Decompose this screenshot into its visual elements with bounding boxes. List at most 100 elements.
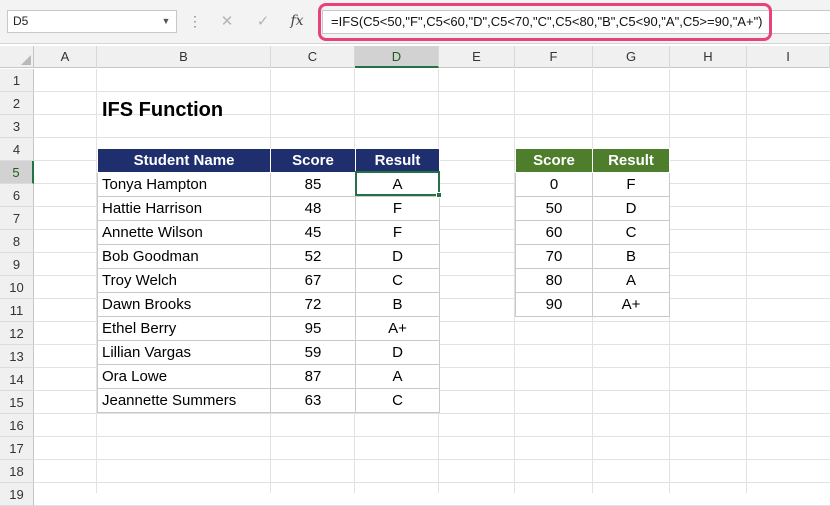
threshold-score-cell[interactable]: 50 xyxy=(515,196,593,221)
threshold-score-cell[interactable]: 80 xyxy=(515,268,593,293)
threshold-score-cell[interactable]: 70 xyxy=(515,244,593,269)
table-row: Ora Lowe 87 A xyxy=(97,364,440,389)
row-header-2[interactable]: 2 xyxy=(0,92,34,115)
score-cell[interactable]: 45 xyxy=(270,220,356,245)
formula-highlight-box xyxy=(318,3,772,41)
row-header-12[interactable]: 12 xyxy=(0,322,34,345)
student-name-cell[interactable]: Lillian Vargas xyxy=(97,340,271,365)
result-cell[interactable]: D xyxy=(355,244,440,269)
result-cell[interactable]: B xyxy=(355,292,440,317)
gridline xyxy=(34,482,830,483)
header-result[interactable]: Result xyxy=(355,148,440,173)
grade-cell[interactable]: B xyxy=(592,244,670,269)
result-cell[interactable]: C xyxy=(355,268,440,293)
score-cell[interactable]: 87 xyxy=(270,364,356,389)
fill-handle[interactable] xyxy=(436,192,442,198)
sheet-title: IFS Function xyxy=(102,99,224,121)
score-cell[interactable]: 63 xyxy=(270,388,356,413)
more-options-icon: ⋮ xyxy=(188,13,202,29)
grade-cell[interactable]: F xyxy=(592,172,670,197)
grade-cell[interactable]: A xyxy=(592,268,670,293)
grade-cell[interactable]: D xyxy=(592,196,670,221)
result-cell[interactable]: D xyxy=(355,340,440,365)
table-row: Ethel Berry 95 A+ xyxy=(97,316,440,341)
grade-cell[interactable]: C xyxy=(592,220,670,245)
row-header-14[interactable]: 14 xyxy=(0,368,34,391)
table-row: 90 A+ xyxy=(515,292,670,317)
student-name-cell[interactable]: Bob Goodman xyxy=(97,244,271,269)
row-header-7[interactable]: 7 xyxy=(0,207,34,230)
result-cell[interactable]: A xyxy=(355,364,440,389)
active-cell-selection xyxy=(355,171,440,196)
result-cell[interactable]: C xyxy=(355,388,440,413)
table-row: Troy Welch 67 C xyxy=(97,268,440,293)
row-header-11[interactable]: 11 xyxy=(0,299,34,322)
row-header-18[interactable]: 18 xyxy=(0,460,34,483)
score-cell[interactable]: 59 xyxy=(270,340,356,365)
gridline xyxy=(34,413,830,414)
name-box[interactable]: D5 xyxy=(7,10,177,33)
threshold-score-cell[interactable]: 60 xyxy=(515,220,593,245)
cancel-icon[interactable]: ✕ xyxy=(215,11,239,32)
student-name-cell[interactable]: Annette Wilson xyxy=(97,220,271,245)
result-cell[interactable]: F xyxy=(355,220,440,245)
column-header-i[interactable]: I xyxy=(747,46,830,68)
result-cell[interactable]: F xyxy=(355,196,440,221)
score-cell[interactable]: 72 xyxy=(270,292,356,317)
threshold-score-cell[interactable]: 0 xyxy=(515,172,593,197)
row-header-4[interactable]: 4 xyxy=(0,138,34,161)
score-cell[interactable]: 85 xyxy=(270,172,356,197)
row-header-3[interactable]: 3 xyxy=(0,115,34,138)
column-header-b[interactable]: B xyxy=(97,46,271,68)
column-header-g[interactable]: G xyxy=(593,46,670,68)
table-row: 0F xyxy=(515,172,670,197)
row-header-8[interactable]: 8 xyxy=(0,230,34,253)
gridline xyxy=(746,69,747,493)
threshold-score-cell[interactable]: 90 xyxy=(515,292,593,317)
table-row: Hattie Harrison 48 F xyxy=(97,196,440,221)
grade-header-result[interactable]: Result xyxy=(592,148,670,173)
enter-icon[interactable]: ✓ xyxy=(251,11,275,32)
column-header-d[interactable]: D xyxy=(355,46,439,68)
grade-header-score[interactable]: Score xyxy=(515,148,593,173)
row-header-5[interactable]: 5 xyxy=(0,161,34,184)
column-header-h[interactable]: H xyxy=(670,46,747,68)
row-header-17[interactable]: 17 xyxy=(0,437,34,460)
column-header-a[interactable]: A xyxy=(34,46,97,68)
table-row: 80 A xyxy=(515,268,670,293)
student-name-cell[interactable]: Jeannette Summers xyxy=(97,388,271,413)
result-cell[interactable]: A+ xyxy=(355,316,440,341)
student-name-cell[interactable]: Troy Welch xyxy=(97,268,271,293)
table-row: 70 B xyxy=(515,244,670,269)
score-cell[interactable]: 95 xyxy=(270,316,356,341)
row-header-6[interactable]: 6 xyxy=(0,184,34,207)
score-cell[interactable]: 52 xyxy=(270,244,356,269)
grade-cell[interactable]: A+ xyxy=(592,292,670,317)
score-cell[interactable]: 67 xyxy=(270,268,356,293)
column-header-e[interactable]: E xyxy=(439,46,515,68)
column-header-c[interactable]: C xyxy=(271,46,355,68)
gridline xyxy=(34,436,830,437)
student-name-cell[interactable]: Dawn Brooks xyxy=(97,292,271,317)
row-header-16[interactable]: 16 xyxy=(0,414,34,437)
student-name-cell[interactable]: Ethel Berry xyxy=(97,316,271,341)
header-student-name[interactable]: Student Name xyxy=(97,148,271,173)
table-row: Jeannette Summers 63 C xyxy=(97,388,440,413)
score-cell[interactable]: 48 xyxy=(270,196,356,221)
column-header-f[interactable]: F xyxy=(515,46,593,68)
student-name-cell[interactable]: Ora Lowe xyxy=(97,364,271,389)
student-name-cell[interactable]: Hattie Harrison xyxy=(97,196,271,221)
gridline xyxy=(34,459,830,460)
row-header-10[interactable]: 10 xyxy=(0,276,34,299)
student-name-cell[interactable]: Tonya Hampton xyxy=(97,172,271,197)
header-score[interactable]: Score xyxy=(270,148,356,173)
chevron-down-icon[interactable]: ▼ xyxy=(157,11,175,32)
row-header-9[interactable]: 9 xyxy=(0,253,34,276)
row-header-19[interactable]: 19 xyxy=(0,483,34,506)
row-header-13[interactable]: 13 xyxy=(0,345,34,368)
row-header-15[interactable]: 15 xyxy=(0,391,34,414)
table-row: 60 C xyxy=(515,220,670,245)
insert-function-icon[interactable]: fx xyxy=(285,11,309,32)
row-header-1[interactable]: 1 xyxy=(0,69,34,92)
table-row: Bob Goodman 52 D xyxy=(97,244,440,269)
